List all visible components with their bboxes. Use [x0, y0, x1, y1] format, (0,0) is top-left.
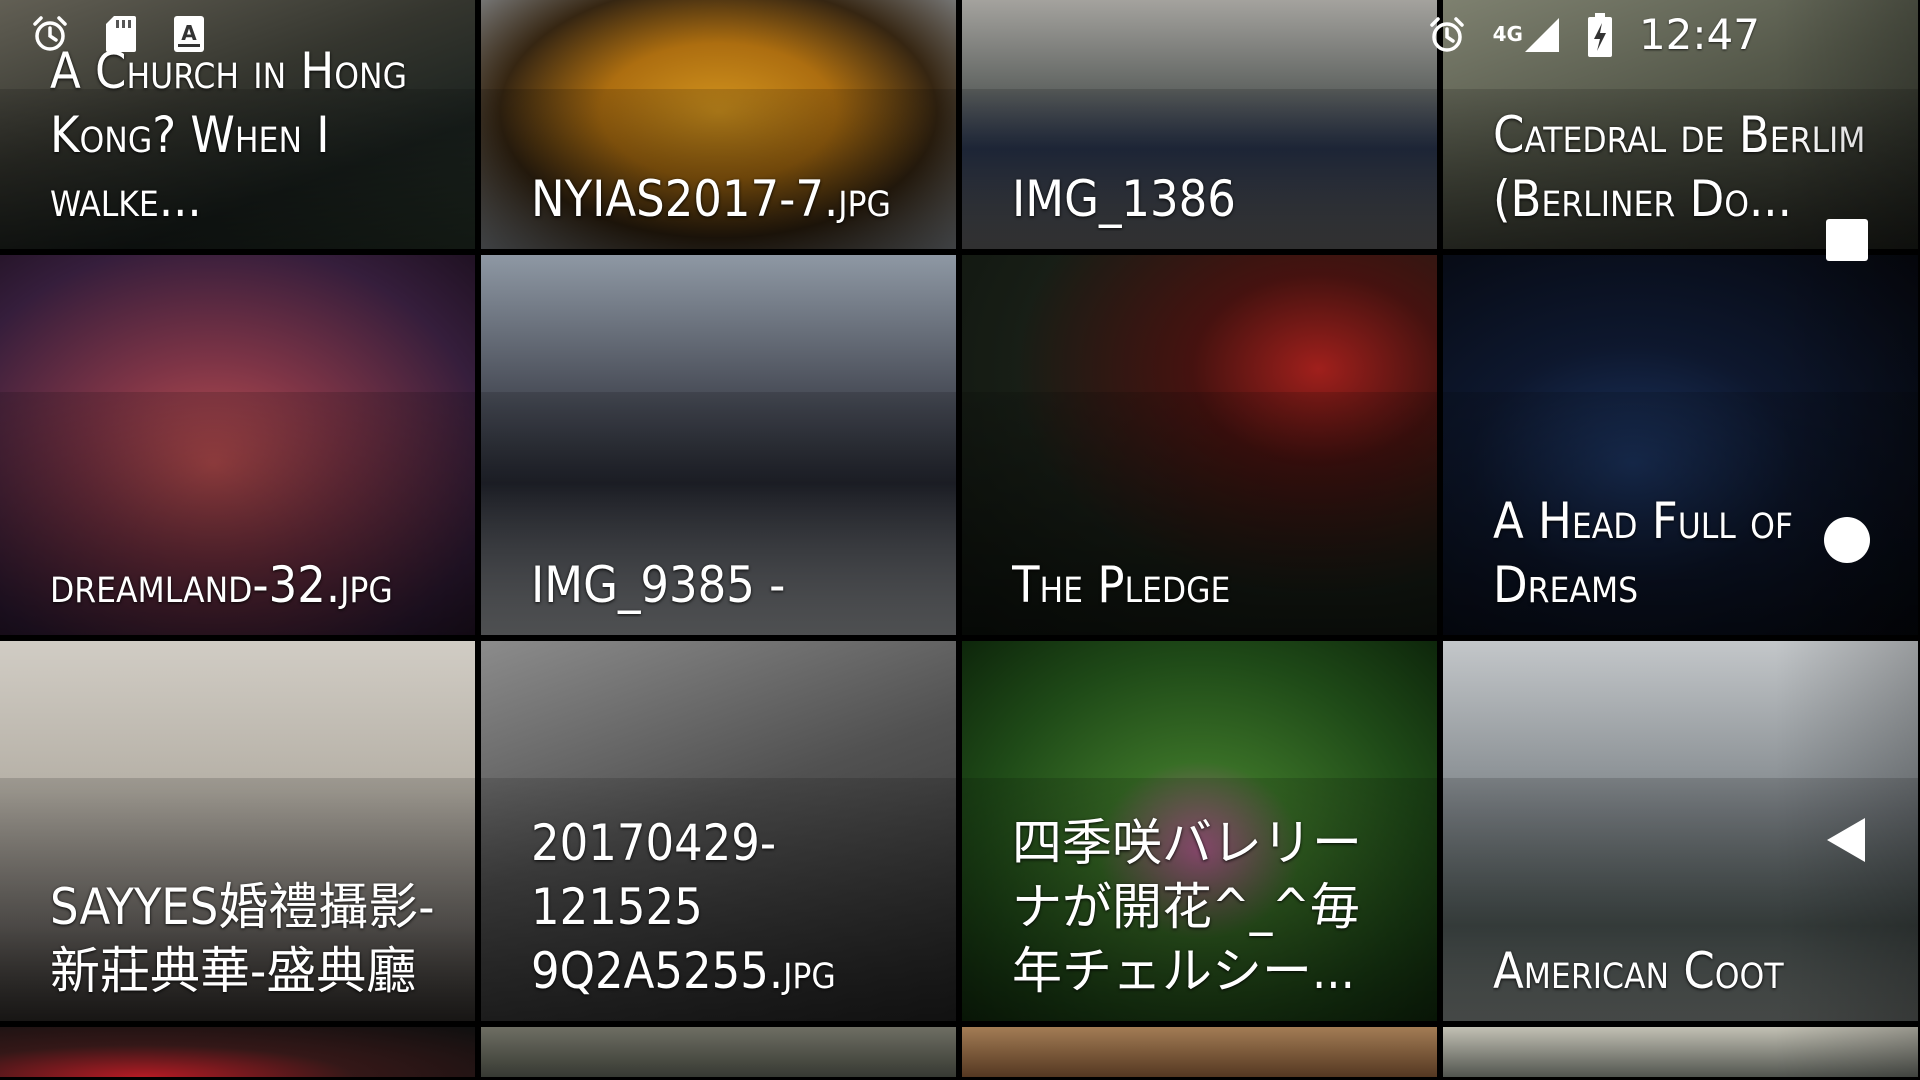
photo-tile-5[interactable]: dreamland-32.jpg: [0, 255, 475, 635]
photo-caption: IMG_9385 -: [531, 556, 786, 614]
network-indicator: 4G: [1493, 16, 1561, 54]
photo-tile-10[interactable]: 20170429-121525 9Q2A5255.jpg: [481, 641, 956, 1021]
photo-caption: IMG_1386: [1012, 170, 1236, 228]
photo-caption: 20170429-121525 9Q2A5255.jpg: [531, 814, 836, 1000]
signal-icon: [1524, 18, 1559, 52]
alarm-clock-icon: [1429, 17, 1464, 52]
recents-button[interactable]: [1807, 200, 1887, 280]
photo-caption: NYIAS2017-7.jpg: [531, 170, 891, 228]
photo-tile-3[interactable]: IMG_1386: [962, 0, 1437, 249]
back-triangle-icon: [1827, 818, 1865, 862]
keyboard-input-icon: A: [174, 16, 204, 52]
photo-tile-14[interactable]: [481, 1027, 956, 1077]
photo-caption: A Church in Hong Kong? When I walke...: [50, 42, 407, 228]
recents-square-icon: [1826, 219, 1868, 261]
photo-caption: dreamland-32.jpg: [50, 556, 393, 614]
photo-thumbnail: [0, 1027, 475, 1077]
photo-caption: 四季咲バレリーナが開花^_^毎年チェルシー...: [1012, 814, 1362, 1000]
network-type-label: 4G: [1492, 22, 1523, 46]
photo-grid: A Church in Hong Kong? When I walke... N…: [0, 0, 1920, 1079]
photo-caption: The Pledge: [1012, 556, 1231, 614]
svg-text:A: A: [181, 21, 197, 45]
photo-thumbnail: [962, 1027, 1437, 1077]
photo-tile-9[interactable]: SAYYES婚禮攝影-新莊典華-盛典廳: [0, 641, 475, 1021]
photo-tile-6[interactable]: IMG_9385 -: [481, 255, 956, 635]
status-bar-notifications: A: [30, 14, 206, 54]
back-button[interactable]: [1807, 800, 1887, 880]
photo-tile-15[interactable]: [962, 1027, 1437, 1077]
photo-thumbnail: [481, 1027, 956, 1077]
battery-charging-icon: [1587, 13, 1612, 57]
status-bar-system: 4G 12:47: [1427, 12, 1760, 58]
alarm-clock-icon: [33, 16, 67, 51]
sd-card-icon: [106, 16, 136, 52]
navigation-bar: [1775, 0, 1920, 1080]
photo-tile-7[interactable]: The Pledge: [962, 255, 1437, 635]
home-button[interactable]: [1807, 500, 1887, 580]
status-clock: 12:47: [1638, 10, 1760, 59]
photo-tile-2[interactable]: NYIAS2017-7.jpg: [481, 0, 956, 249]
home-circle-icon: [1824, 517, 1870, 563]
photo-caption: SAYYES婚禮攝影-新莊典華-盛典廳: [50, 878, 435, 1000]
photo-tile-11[interactable]: 四季咲バレリーナが開花^_^毎年チェルシー...: [962, 641, 1437, 1021]
photo-tile-13[interactable]: [0, 1027, 475, 1077]
